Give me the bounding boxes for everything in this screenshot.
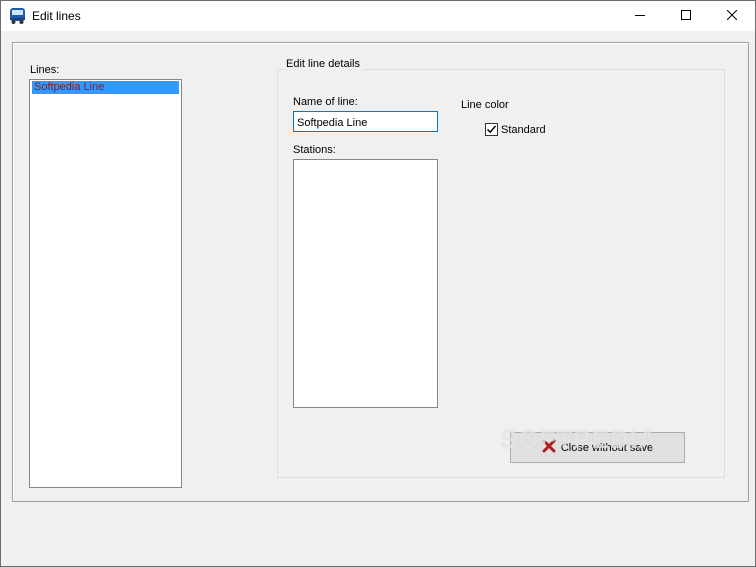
maximize-icon <box>681 9 691 23</box>
window-title: Edit lines <box>32 9 81 23</box>
list-item[interactable]: Softpedia Line <box>32 81 179 94</box>
line-color-label: Line color <box>461 99 509 111</box>
standard-checkbox[interactable] <box>485 123 498 136</box>
stations-listbox[interactable] <box>293 159 438 408</box>
standard-label[interactable]: Standard <box>501 124 546 136</box>
lines-label: Lines: <box>30 64 60 76</box>
title-bar[interactable]: Edit lines <box>1 1 755 31</box>
name-of-line-input[interactable] <box>293 111 438 132</box>
maximize-button[interactable] <box>663 1 709 31</box>
red-x-icon <box>542 439 556 456</box>
close-without-save-label: Close without save <box>560 441 654 454</box>
close-window-button[interactable] <box>709 1 755 31</box>
lines-listbox[interactable]: Softpedia Line <box>29 79 182 488</box>
stations-label: Stations: <box>293 144 336 156</box>
group-title: Edit line details <box>283 58 363 70</box>
close-icon <box>726 9 738 23</box>
name-of-line-label: Name of line: <box>293 96 358 108</box>
bus-icon <box>9 7 26 25</box>
minimize-button[interactable] <box>617 1 663 31</box>
close-without-save-button[interactable]: Close without save <box>510 432 685 463</box>
minimize-icon <box>635 10 645 23</box>
